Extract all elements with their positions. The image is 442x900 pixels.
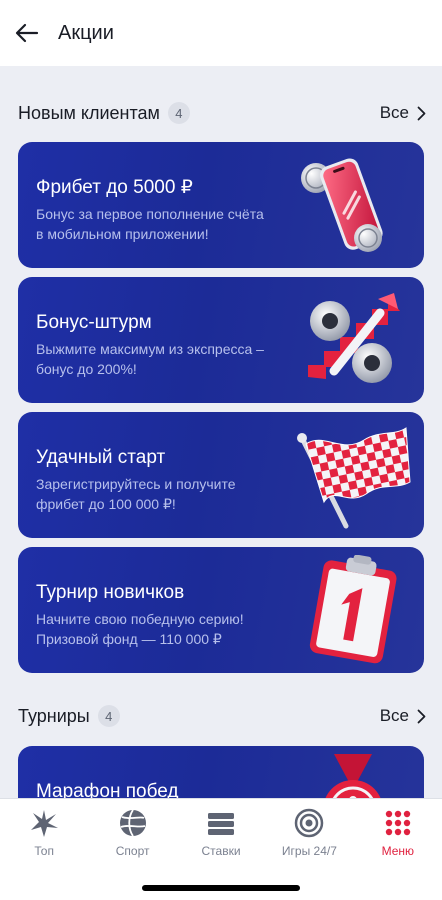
promo-subtitle: Выжмите максимум из экспресса – бонус до…	[36, 341, 264, 377]
section-title: Новым клиентам	[18, 102, 160, 123]
section-header-new-clients: Новым клиентам 4 Все	[18, 98, 426, 128]
chevron-right-icon	[417, 106, 426, 120]
promo-title: Турнир новичков	[36, 582, 185, 603]
see-all-link[interactable]: Все	[380, 706, 426, 726]
chevron-right-icon	[417, 709, 426, 723]
promo-subtitle: Бонус за первое пополнение счёта в мобил…	[36, 206, 264, 242]
promo-title: Марафон побед	[36, 781, 179, 798]
nav-item-games[interactable]: Игры 24/7	[265, 807, 353, 863]
grid-dots-icon	[385, 810, 411, 836]
promo-card-bonus-storm[interactable]: Бонус-штурм Выжмите максимум из экспресс…	[18, 277, 424, 403]
promo-card-lucky-start[interactable]: Удачный старт Зарегистрируйтесь и получи…	[18, 412, 424, 538]
promo-title: Бонус-штурм	[36, 312, 152, 333]
promo-card-freebet[interactable]: Фрибет до 5000 ₽ Бонус за первое пополне…	[18, 142, 424, 268]
ball-icon	[119, 809, 146, 837]
nav-label: Игры 24/7	[281, 844, 337, 858]
arrow-left-icon	[15, 23, 39, 43]
top-bar: Акции	[0, 0, 442, 66]
see-all-label: Все	[379, 103, 409, 122]
nav-label: Спорт	[115, 844, 150, 858]
promo-card-newbie-tournament[interactable]: Турнир новичков Начните свою победную се…	[18, 547, 424, 673]
see-all-link[interactable]: Все	[380, 103, 426, 123]
bottom-navigation: Топ Спорт Ставки Игры 24/7 Меню	[0, 798, 442, 900]
nav-label: Меню	[381, 844, 415, 858]
phone-coins-icon	[301, 158, 383, 252]
page-title: Акции	[58, 21, 114, 44]
see-all-label: Все	[379, 706, 409, 725]
clipboard-one-icon	[309, 555, 397, 664]
promo-subtitle: Зарегистрируйтесь и получите фрибет до 1…	[36, 476, 236, 512]
promo-card-win-marathon[interactable]: Марафон побед	[18, 746, 424, 798]
promo-list[interactable]: Новым клиентам 4 Все Фрибет до 5000 ₽ Бо…	[0, 66, 442, 798]
home-indicator[interactable]	[142, 885, 300, 891]
count-badge: 4	[167, 102, 190, 124]
count-badge: 4	[97, 705, 120, 727]
nav-item-menu[interactable]: Меню	[354, 807, 442, 863]
nav-item-sport[interactable]: Спорт	[88, 807, 176, 863]
promo-subtitle: Начните свою победную серию! Призовой фо…	[36, 611, 244, 647]
percent-icon	[308, 293, 400, 383]
target-icon	[295, 808, 324, 838]
star-burst-icon	[31, 810, 59, 837]
section-title: Турниры	[18, 705, 90, 726]
back-button[interactable]	[12, 18, 42, 48]
medal-icon	[325, 754, 381, 798]
nav-label: Ставки	[201, 844, 241, 858]
nav-item-top[interactable]: Топ	[0, 807, 88, 863]
nav-item-bets[interactable]: Ставки	[177, 807, 265, 863]
section-header-tournaments: Турниры 4 Все	[18, 701, 426, 731]
promo-title: Фрибет до 5000 ₽	[36, 177, 193, 198]
bets-icon	[208, 813, 235, 835]
promo-title: Удачный старт	[36, 447, 166, 468]
nav-label: Топ	[34, 844, 54, 858]
checkered-flag-icon	[297, 427, 411, 529]
